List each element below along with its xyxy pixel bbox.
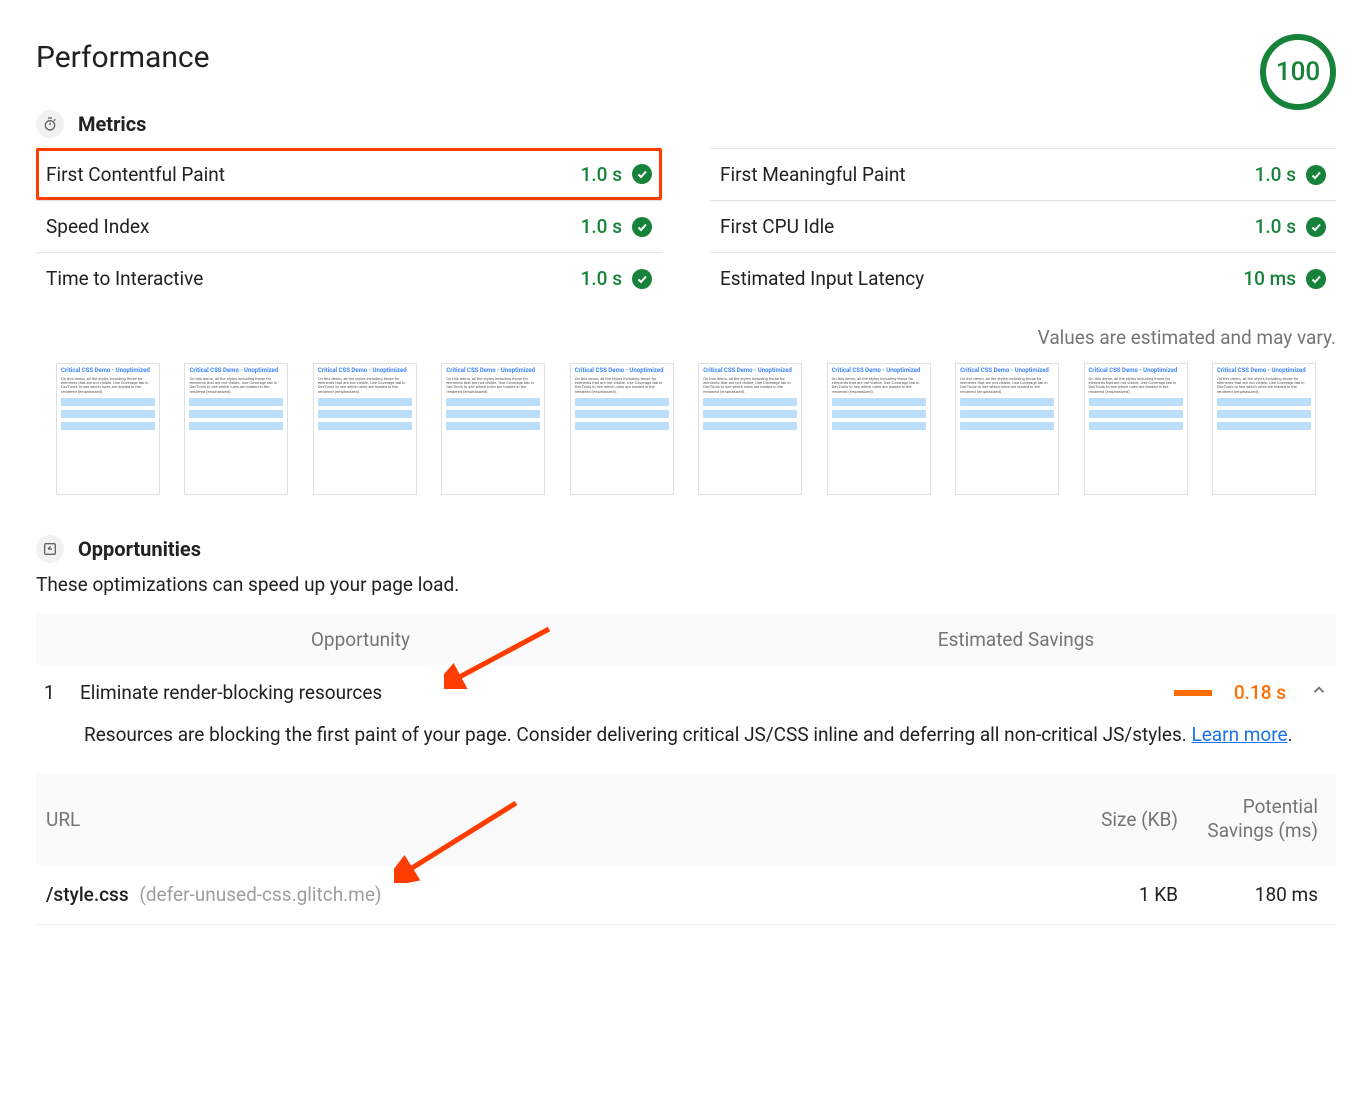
- metric-row[interactable]: First Meaningful Paint 1.0 s: [710, 148, 1336, 200]
- filmstrip-frame: Critical CSS Demo - UnoptimizedOn this d…: [313, 363, 417, 495]
- metric-value: 1.0 s: [581, 215, 622, 238]
- metrics-title: Metrics: [78, 112, 146, 136]
- metric-row[interactable]: Speed Index 1.0 s: [36, 200, 662, 252]
- opportunities-icon: [36, 535, 64, 563]
- filmstrip-frame: Critical CSS Demo - UnoptimizedOn this d…: [184, 363, 288, 495]
- filmstrip-frame: Critical CSS Demo - UnoptimizedOn this d…: [698, 363, 802, 495]
- filmstrip-frame: Critical CSS Demo - UnoptimizedOn this d…: [56, 363, 160, 495]
- metric-name: Speed Index: [46, 215, 149, 238]
- opportunities-title: Opportunities: [78, 537, 201, 561]
- savings-bar: [1174, 690, 1212, 696]
- opportunities-section-header: Opportunities: [36, 535, 1336, 563]
- check-icon: [632, 164, 652, 184]
- metric-name: Time to Interactive: [46, 267, 203, 290]
- resource-host: (defer-unused-css.glitch.me): [139, 883, 381, 906]
- resource-path: /style.css: [46, 883, 129, 906]
- metric-row[interactable]: Estimated Input Latency 10 ms: [710, 252, 1336, 304]
- chevron-up-icon[interactable]: [1310, 681, 1328, 704]
- page-title: Performance: [36, 40, 210, 75]
- savings-ms-column-header: Potential Savings (ms): [1178, 795, 1318, 843]
- resources-table-header: URL Size (KB) Potential Savings (ms): [36, 773, 1336, 865]
- filmstrip-frame: Critical CSS Demo - UnoptimizedOn this d…: [955, 363, 1059, 495]
- filmstrip: Critical CSS Demo - UnoptimizedOn this d…: [36, 363, 1336, 495]
- resource-size: 1 KB: [1048, 883, 1178, 906]
- resource-url: /style.css (defer-unused-css.glitch.me): [46, 883, 1048, 906]
- opportunity-detail: Resources are blocking the first paint o…: [36, 720, 1336, 773]
- metric-value: 1.0 s: [581, 267, 622, 290]
- metric-name: First Contentful Paint: [46, 163, 225, 186]
- check-icon: [1306, 269, 1326, 289]
- metric-value: 10 ms: [1243, 267, 1296, 290]
- opportunities-table-header: Opportunity Estimated Savings: [36, 614, 1336, 665]
- stopwatch-icon: [36, 110, 64, 138]
- savings-column-header: Estimated Savings: [434, 628, 1318, 651]
- resource-savings: 180 ms: [1178, 883, 1318, 906]
- filmstrip-frame: Critical CSS Demo - UnoptimizedOn this d…: [1084, 363, 1188, 495]
- check-icon: [632, 217, 652, 237]
- learn-more-link[interactable]: Learn more: [1191, 723, 1287, 746]
- metric-value: 1.0 s: [1255, 163, 1296, 186]
- performance-score: 100: [1260, 34, 1336, 110]
- resource-row: /style.css (defer-unused-css.glitch.me) …: [36, 865, 1336, 925]
- opportunity-column-header: Opportunity: [54, 628, 434, 651]
- filmstrip-frame: Critical CSS Demo - UnoptimizedOn this d…: [827, 363, 931, 495]
- metric-row[interactable]: First CPU Idle 1.0 s: [710, 200, 1336, 252]
- opportunities-description: These optimizations can speed up your pa…: [36, 573, 1336, 596]
- opportunity-row[interactable]: 1 Eliminate render-blocking resources 0.…: [36, 665, 1336, 720]
- size-column-header: Size (KB): [1048, 808, 1178, 831]
- opportunity-title: Eliminate render-blocking resources: [80, 681, 600, 704]
- metric-name: First Meaningful Paint: [720, 163, 906, 186]
- metric-name: Estimated Input Latency: [720, 267, 924, 290]
- filmstrip-frame: Critical CSS Demo - UnoptimizedOn this d…: [570, 363, 674, 495]
- opportunity-detail-text: Resources are blocking the first paint o…: [84, 723, 1191, 746]
- opportunity-number: 1: [44, 681, 80, 704]
- metric-row[interactable]: Time to Interactive 1.0 s: [36, 252, 662, 304]
- url-column-header: URL: [46, 808, 1048, 831]
- filmstrip-frame: Critical CSS Demo - UnoptimizedOn this d…: [1212, 363, 1316, 495]
- metrics-note: Values are estimated and may vary.: [36, 326, 1336, 349]
- check-icon: [1306, 165, 1326, 185]
- savings-time: 0.18 s: [1224, 681, 1286, 704]
- filmstrip-frame: Critical CSS Demo - UnoptimizedOn this d…: [441, 363, 545, 495]
- metric-row[interactable]: First Contentful Paint 1.0 s: [36, 148, 662, 200]
- check-icon: [1306, 217, 1326, 237]
- metric-value: 1.0 s: [581, 163, 622, 186]
- metric-value: 1.0 s: [1255, 215, 1296, 238]
- metric-name: First CPU Idle: [720, 215, 834, 238]
- check-icon: [632, 269, 652, 289]
- metrics-section-header: Metrics: [36, 110, 1336, 138]
